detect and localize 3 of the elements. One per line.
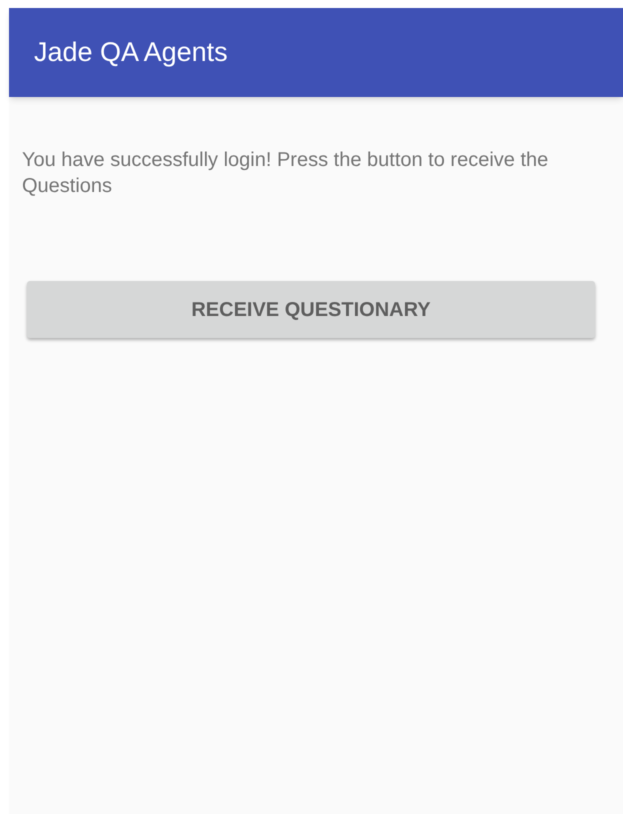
- receive-button[interactable]: RECEIVE QUESTIONARY: [27, 281, 595, 338]
- app-title: Jade QA Agents: [34, 36, 228, 70]
- message-text: You have successfully login! Press the button to receive the Questions: [22, 148, 550, 199]
